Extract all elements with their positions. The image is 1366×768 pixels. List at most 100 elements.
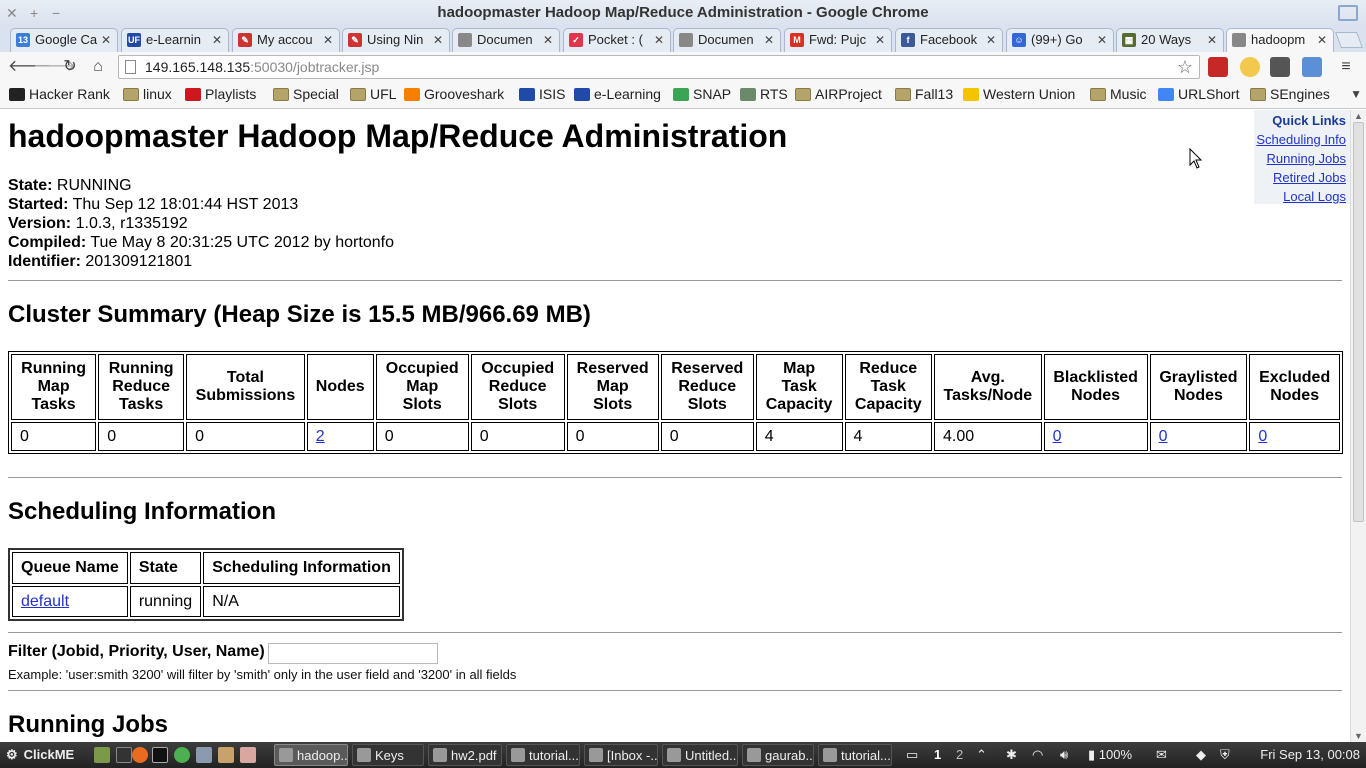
summary-value-link[interactable]: 0 [1258, 428, 1267, 445]
battery-status[interactable]: ▮ 100% [1088, 747, 1132, 763]
tab-close-icon[interactable]: ✕ [654, 29, 664, 51]
new-tab-button[interactable] [1335, 32, 1363, 48]
file-manager-icon[interactable] [94, 747, 110, 763]
wifi-icon[interactable]: ◠ [1032, 747, 1043, 763]
reload-icon[interactable]: ↻ [60, 57, 80, 77]
tab-3[interactable]: ✎ My accou ✕ [232, 28, 340, 52]
tab-close-icon[interactable]: ✕ [212, 29, 222, 51]
tab-7[interactable]: Documen ✕ [673, 28, 781, 52]
pocket-extension-icon[interactable] [1270, 57, 1290, 77]
menu-icon[interactable]: ≡ [1336, 57, 1356, 77]
quick-link-retired-jobs[interactable]: Retired Jobs [1254, 168, 1346, 187]
chevron-up-icon[interactable]: ⌃ [976, 747, 987, 763]
bookmark-fall13[interactable]: Fall13 [895, 86, 953, 102]
back-arrow-icon[interactable]: 🡐 [8, 57, 51, 77]
bookmark-sengines[interactable]: SEngines [1250, 86, 1330, 102]
window-add-icon[interactable]: + [30, 0, 38, 26]
tab-11[interactable]: ▦ 20 Ways ✕ [1116, 28, 1224, 52]
window-minimize-icon[interactable]: − [52, 0, 60, 26]
tab-2[interactable]: UF e-Learnin ✕ [121, 28, 229, 52]
tab-close-icon[interactable]: ✕ [1097, 29, 1107, 51]
tab-close-icon[interactable]: ✕ [1207, 29, 1217, 51]
summary-value-link[interactable]: 2 [316, 428, 325, 445]
extension-new-icon[interactable] [1208, 57, 1228, 77]
tab-6[interactable]: ✓ Pocket : (✕ [563, 28, 671, 52]
bookmark-special[interactable]: Special [273, 86, 339, 102]
workspace-2[interactable]: 2 [956, 747, 963, 762]
scroll-down-icon[interactable]: ▼ [1354, 731, 1363, 741]
start-menu-button[interactable]: ⚙ ClickME [6, 747, 74, 763]
taskbar-task-8[interactable]: tutorial... [818, 744, 892, 766]
terminal-icon[interactable] [152, 747, 168, 763]
bookmark-western-union[interactable]: Western Union [963, 86, 1075, 102]
bookmark-isis[interactable]: ISIS [519, 86, 565, 102]
bookmark-hacker-rank[interactable]: Hacker Rank [9, 86, 110, 102]
taskbar-task-4[interactable]: tutorial... [506, 744, 580, 766]
forward-arrow-icon[interactable]: 🡒 [33, 57, 76, 77]
tab-close-icon[interactable]: ✕ [764, 29, 774, 51]
bookmark-e-learning[interactable]: e-Learning [574, 86, 661, 102]
bookmark-grooveshark[interactable]: Grooveshark [404, 86, 504, 102]
tab-close-icon[interactable]: ✕ [875, 29, 885, 51]
bookmark-music[interactable]: Music [1090, 86, 1147, 102]
queue-link-default[interactable]: default [21, 593, 69, 610]
tab-close-icon[interactable]: ✕ [543, 29, 553, 51]
bookmark-ufl[interactable]: UFL [350, 86, 396, 102]
home-icon[interactable]: ⌂ [88, 57, 108, 77]
scrollbar-thumb[interactable] [1353, 122, 1364, 522]
image-viewer-icon[interactable] [240, 747, 256, 763]
taskbar-task-6[interactable]: Untitled... [662, 744, 738, 766]
tab-12[interactable]: hadoopm ✕ [1226, 28, 1334, 53]
bookmark-rts[interactable]: RTS [740, 86, 788, 102]
bluetooth-icon[interactable]: ✱ [1006, 747, 1017, 763]
extension-arrow-icon[interactable] [1302, 57, 1322, 77]
address-bar[interactable]: 149.165.148.135:50030/jobtracker.jsp ☆ [118, 55, 1200, 79]
tab-4[interactable]: ✎ Using Nin ✕ [342, 28, 450, 52]
bookmark-airproject[interactable]: AIRProject [795, 86, 882, 102]
dropbox-icon[interactable]: ◆ [1196, 747, 1206, 763]
display-icon[interactable]: ▭ [906, 747, 918, 763]
tab-10[interactable]: ☺ (99+) Go ✕ [1006, 28, 1114, 52]
workspace-1[interactable]: 1 [934, 747, 941, 762]
tab-1[interactable]: 13 Google Ca ✕ [10, 28, 118, 52]
tab-9[interactable]: f Facebook ✕ [895, 28, 1003, 52]
tab-5[interactable]: Documen ✕ [452, 28, 560, 52]
taskbar-task-1[interactable]: hadoop... [274, 744, 348, 766]
firefox-icon[interactable] [132, 747, 148, 763]
volume-icon[interactable]: 🔊︎ [1060, 747, 1068, 763]
tab-close-icon[interactable]: ✕ [986, 29, 996, 51]
shield-icon[interactable]: ⛨ [1220, 747, 1230, 763]
clock[interactable]: Fri Sep 13, 00:08 [1260, 747, 1360, 762]
quick-link-running-jobs[interactable]: Running Jobs [1254, 149, 1347, 168]
text-editor-icon[interactable] [218, 747, 234, 763]
taskbar-task-2[interactable]: Keys [352, 744, 424, 766]
bookmarks-overflow-icon[interactable]: ▼ [1350, 87, 1362, 101]
app-launcher-icon[interactable] [196, 747, 212, 763]
summary-value-link[interactable]: 0 [1159, 428, 1168, 445]
page-scrollbar[interactable]: ▲ ▼ [1350, 110, 1366, 742]
taskbar-task-7[interactable]: gaurab... [742, 744, 814, 766]
tab-close-icon[interactable]: ✕ [323, 29, 333, 51]
tab-close-icon[interactable]: ✕ [1317, 29, 1327, 51]
taskbar-task-3[interactable]: hw2.pdf [428, 744, 502, 766]
quick-link-local-logs[interactable]: Local Logs [1254, 187, 1346, 206]
chrome-icon[interactable] [174, 747, 190, 763]
bookmark-snap[interactable]: SNAP [673, 86, 731, 102]
taskbar-task-5[interactable]: [Inbox -... [584, 744, 658, 766]
window-restore-icon[interactable] [1338, 5, 1358, 21]
bookmark-star-icon[interactable]: ☆ [1177, 56, 1193, 78]
filter-input[interactable] [268, 643, 438, 664]
tab-8[interactable]: M Fwd: Pujc ✕ [784, 28, 892, 52]
summary-value-link[interactable]: 0 [1053, 428, 1062, 445]
chat-icon[interactable]: ✉ [1156, 747, 1167, 763]
extension-star-icon[interactable] [1240, 57, 1260, 77]
tab-close-icon[interactable]: ✕ [101, 29, 111, 51]
scroll-up-icon[interactable]: ▲ [1354, 111, 1363, 121]
quick-link-scheduling-info[interactable]: Scheduling Info [1254, 130, 1346, 149]
window-close-icon[interactable]: ✕ [6, 0, 18, 26]
bookmark-linux[interactable]: linux [123, 86, 172, 102]
show-desktop-icon[interactable] [116, 747, 132, 763]
bookmark-playlists[interactable]: Playlists [185, 86, 256, 102]
bookmark-urlshort[interactable]: URLShort [1158, 86, 1239, 102]
tab-close-icon[interactable]: ✕ [433, 29, 443, 51]
